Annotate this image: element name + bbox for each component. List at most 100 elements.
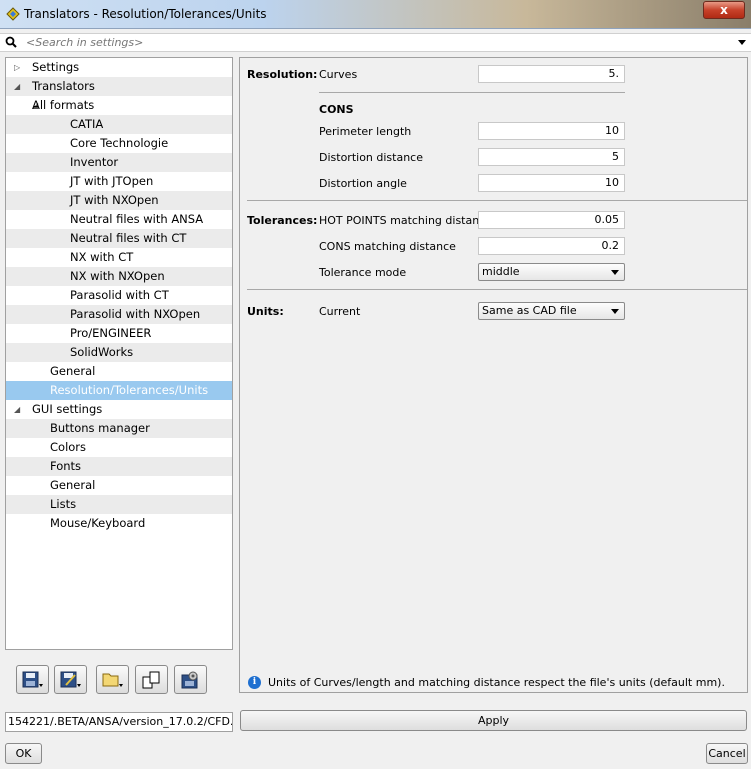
tree-item-label: Inventor [70,155,119,169]
resolution-section-label: Resolution: [247,68,318,81]
tree-item[interactable]: General [6,362,232,381]
apply-button[interactable]: Apply [240,710,747,731]
units-current-value: Same as CAD file [482,304,577,317]
tree-item-label: Resolution/Tolerances/Units [50,383,209,397]
tree-item-label: Parasolid with NXOpen [70,307,201,321]
separator [247,200,747,201]
search-icon [5,36,17,48]
tolerance-mode-label: Tolerance mode [319,266,407,279]
tree-item-label: JT with NXOpen [70,193,159,207]
tree-item[interactable]: Lists [6,495,232,514]
perimeter-length-label: Perimeter length [319,125,412,138]
settings-panel: Resolution: Curves 5. CONS Perimeter len… [239,57,748,693]
ok-button[interactable]: OK [5,743,42,764]
chevron-down-icon [611,270,619,275]
tree-item[interactable]: Parasolid with NXOpen [6,305,232,324]
tree-item-label: Pro/ENGINEER [70,326,152,340]
info-text: Units of Curves/length and matching dist… [268,676,725,689]
tree-item-label: Buttons manager [50,421,150,435]
gear-save-icon [181,671,198,689]
tolerances-section-label: Tolerances: [247,214,318,227]
tree-item[interactable]: JT with JTOpen [6,172,232,191]
tree-item[interactable]: Pro/ENGINEER [6,324,232,343]
folder-icon [102,673,123,687]
tree-item[interactable]: Inventor [6,153,232,172]
tree-item-label: Translators [32,79,95,93]
distortion-distance-field[interactable]: 5 [478,148,625,166]
tree-item[interactable]: ◢ Translators [6,77,232,96]
tree-item-label: Mouse/Keyboard [50,516,146,530]
tree-item-label: Core Technologie [70,136,169,150]
info-icon: i [248,676,261,689]
tree-item-label: NX with CT [70,250,134,264]
tree-item[interactable]: ◢ All formats [6,96,232,115]
tree-item-label: Parasolid with CT [70,288,169,302]
expand-arrow-icon[interactable]: ▷ [14,58,20,77]
perimeter-length-field[interactable]: 10 [478,122,625,140]
cancel-button[interactable]: Cancel [706,743,748,764]
tolerance-mode-select[interactable]: middle [478,263,625,281]
save-as-button[interactable] [54,665,87,694]
curves-label: Curves [319,68,358,81]
tree-item-label: All formats [32,98,95,112]
window-title: Translators - Resolution/Tolerances/Unit… [24,7,267,21]
title-bar: Translators - Resolution/Tolerances/Unit… [0,0,751,29]
open-folder-button[interactable] [96,665,129,694]
tolerance-mode-value: middle [482,265,520,278]
chevron-down-icon [611,309,619,314]
tree-item-label: Lists [50,497,77,511]
tree-item-label: GUI settings [32,402,103,416]
close-button[interactable]: x [703,1,745,19]
distortion-angle-label: Distortion angle [319,177,407,190]
distortion-angle-field[interactable]: 10 [478,174,625,192]
tree-item[interactable]: General [6,476,232,495]
curves-field[interactable]: 5. [478,65,625,83]
settings-tree: ▷ Settings ◢ Translators ◢ All formats CATIA Co… [5,57,233,650]
tree-item[interactable]: NX with CT [6,248,232,267]
cons-heading: CONS [319,103,354,116]
cons-matching-field[interactable]: 0.2 [478,237,625,255]
tree-item-label: CATIA [70,117,104,131]
search-dropdown-icon[interactable] [738,40,746,45]
units-current-select[interactable]: Same as CAD file [478,302,625,320]
tree-item[interactable]: Resolution/Tolerances/Units [6,381,232,400]
separator [247,289,747,290]
tree-item-label: Fonts [50,459,82,473]
copy-button[interactable] [135,665,168,694]
save-as-icon [60,671,81,688]
tree-item[interactable]: ◢ GUI settings [6,400,232,419]
tree-item-label: Neutral files with ANSA [70,212,204,226]
tree-item[interactable]: Neutral files with ANSA [6,210,232,229]
tree-item-label: General [50,478,96,492]
tree-item[interactable]: NX with NXOpen [6,267,232,286]
units-section-label: Units: [247,305,284,318]
collapse-arrow-icon[interactable]: ◢ [14,400,20,419]
tree-item[interactable]: Neutral files with CT [6,229,232,248]
tree-item[interactable]: Parasolid with CT [6,286,232,305]
tree-item[interactable]: SolidWorks [6,343,232,362]
tree-item-label: Neutral files with CT [70,231,187,245]
tree-item[interactable]: ▷ Settings [6,58,232,77]
file-path-field[interactable]: 154221/.BETA/ANSA/version_17.0.2/CFD.xml [5,712,233,732]
tree-item-label: SolidWorks [70,345,134,359]
tree-item[interactable]: Mouse/Keyboard [6,514,232,533]
tree-item[interactable]: Fonts [6,457,232,476]
tree-item[interactable]: Colors [6,438,232,457]
tree-item[interactable]: CATIA [6,115,232,134]
tree-item-label: Colors [50,440,87,454]
tree-item[interactable]: Core Technologie [6,134,232,153]
save-button[interactable] [16,665,49,694]
tree-item-label: NX with NXOpen [70,269,165,283]
tree-item[interactable]: JT with NXOpen [6,191,232,210]
settings-save-button[interactable] [174,665,207,694]
units-current-label: Current [319,305,361,318]
tree-item[interactable]: Buttons manager [6,419,232,438]
collapse-arrow-icon[interactable]: ◢ [14,77,20,96]
ansa-app-icon [6,7,20,21]
tree-item-label: JT with JTOpen [70,174,154,188]
search-input[interactable] [26,35,716,50]
hot-points-field[interactable]: 0.05 [478,211,625,229]
tree-item-label: Settings [32,60,80,74]
cons-matching-label: CONS matching distance [319,240,456,253]
hot-points-label: HOT POINTS matching distance [319,214,493,227]
